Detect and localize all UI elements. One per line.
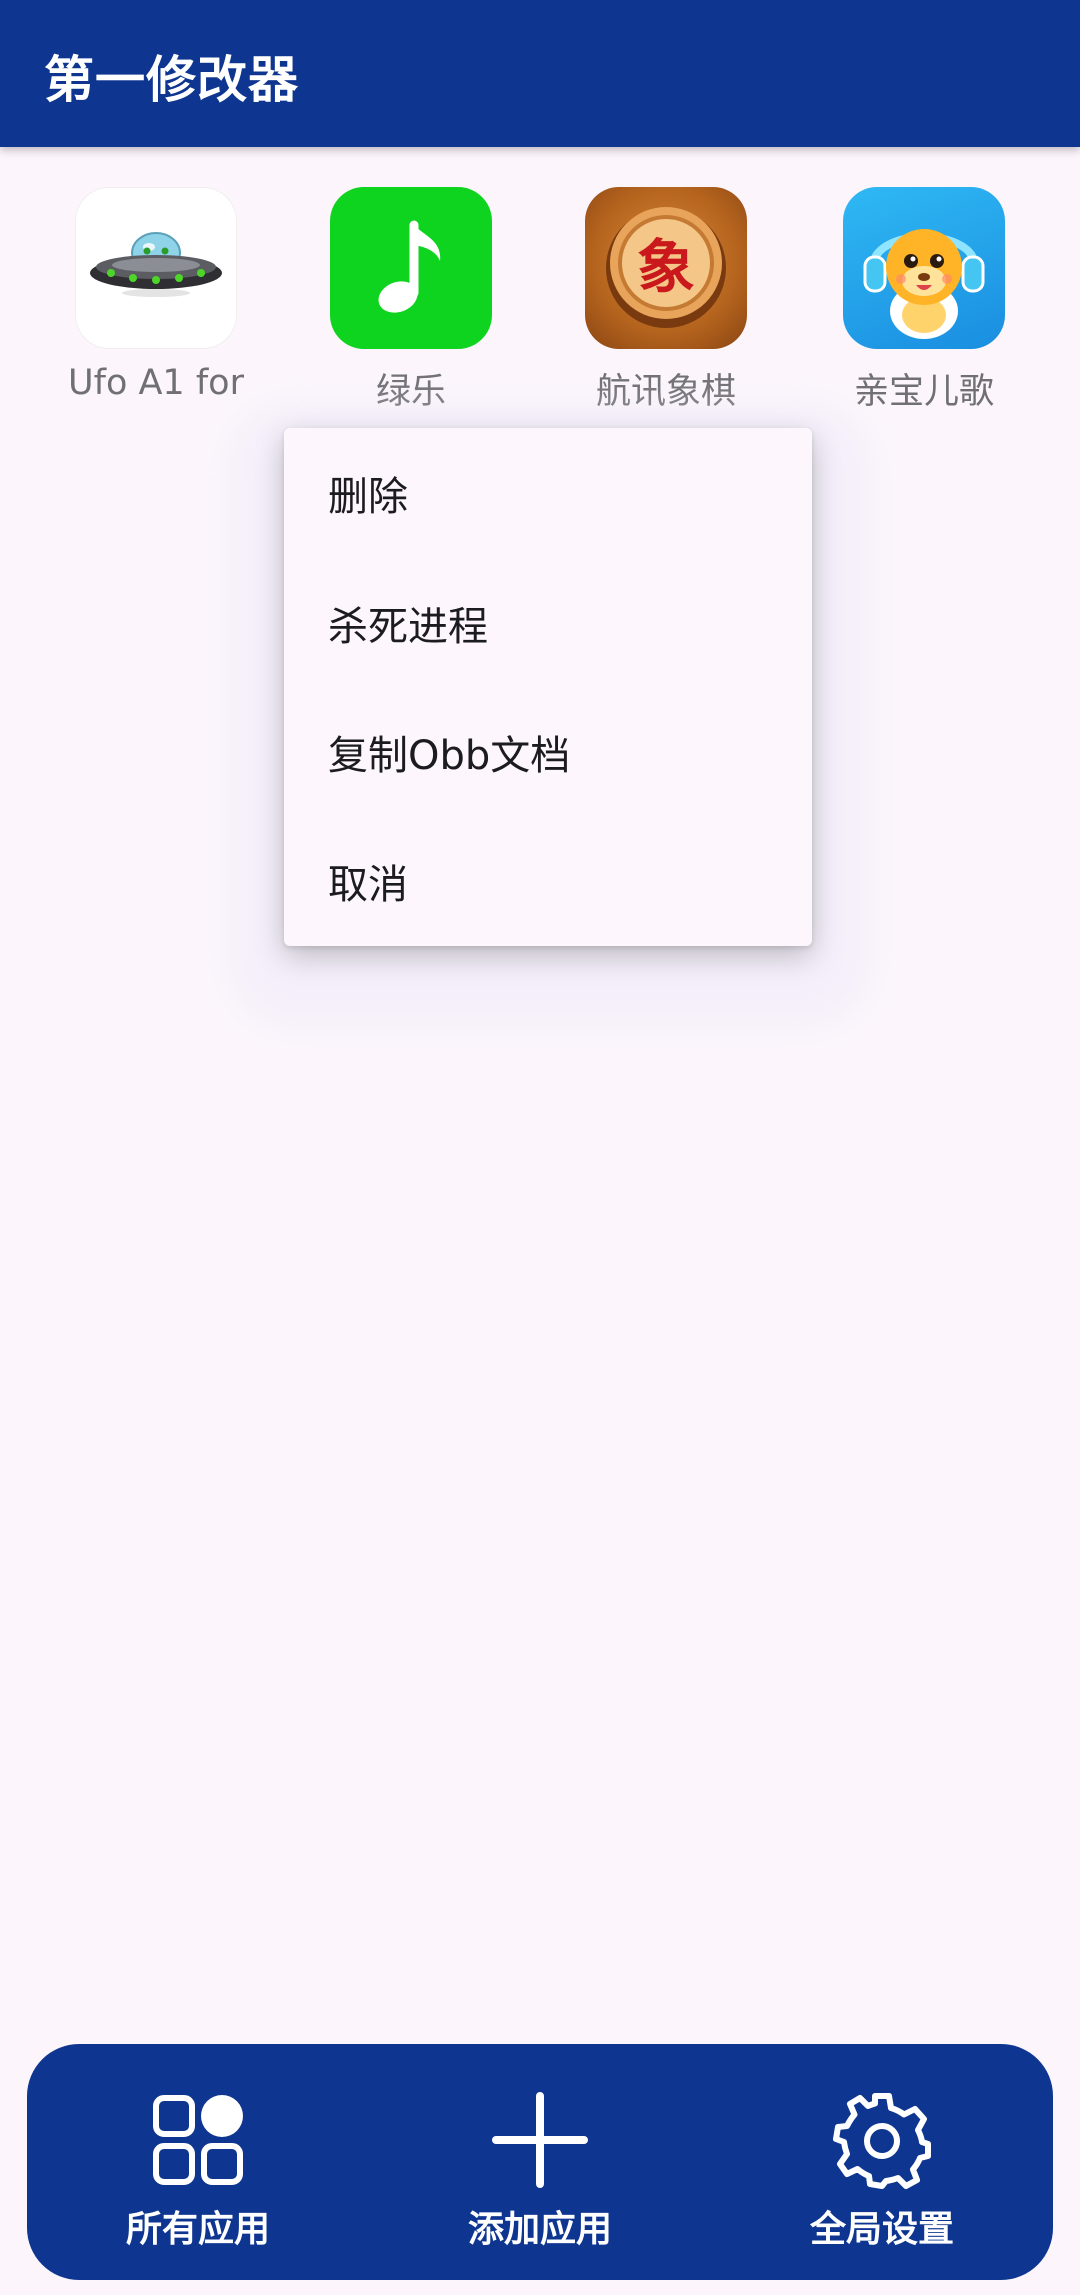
app-item-kids-song[interactable]: 亲宝儿歌	[796, 187, 1052, 417]
ufo-icon	[75, 187, 237, 349]
menu-item-cancel[interactable]: 取消	[284, 816, 812, 946]
app-label: Ufo A1 for	[68, 363, 244, 403]
app-item-luyue[interactable]: 绿乐	[283, 187, 539, 417]
app-grid: Ufo A1 for 绿乐 象 航讯象棋 亲宝儿歌	[0, 187, 1080, 417]
grid-apps-icon	[153, 2095, 243, 2185]
gear-icon	[833, 2093, 931, 2189]
menu-item-label: 杀死进程	[328, 604, 488, 650]
menu-item-delete[interactable]: 删除	[284, 428, 812, 558]
page-title: 第一修改器	[44, 51, 299, 109]
nav-add-app[interactable]: 添加应用	[369, 2044, 711, 2280]
menu-item-copy-obb[interactable]: 复制Obb文档	[284, 687, 812, 817]
app-label: 亲宝儿歌	[853, 372, 994, 412]
nav-global-settings[interactable]: 全局设置	[711, 2044, 1053, 2280]
bottom-nav: 所有应用 添加应用 全局设置	[27, 2044, 1053, 2280]
nav-label: 添加应用	[467, 2209, 612, 2250]
nav-label: 所有应用	[125, 2209, 270, 2250]
menu-item-label: 复制Obb文档	[328, 733, 571, 779]
plus-icon	[492, 2092, 588, 2188]
menu-item-label: 取消	[328, 862, 408, 908]
nav-all-apps[interactable]: 所有应用	[27, 2044, 369, 2280]
menu-item-kill-process[interactable]: 杀死进程	[284, 558, 812, 688]
app-bar: 第一修改器	[0, 0, 1080, 147]
menu-item-label: 删除	[328, 474, 408, 520]
context-menu: 删除 杀死进程 复制Obb文档 取消	[284, 428, 812, 946]
kids-song-icon	[843, 187, 1005, 349]
music-note-icon	[330, 187, 492, 349]
app-item-chess[interactable]: 象 航讯象棋	[538, 187, 794, 417]
chinese-chess-icon: 象	[585, 187, 747, 349]
nav-label: 全局设置	[809, 2209, 954, 2250]
app-item-ufo[interactable]: Ufo A1 for	[28, 187, 284, 417]
chess-glyph: 象	[636, 233, 695, 301]
